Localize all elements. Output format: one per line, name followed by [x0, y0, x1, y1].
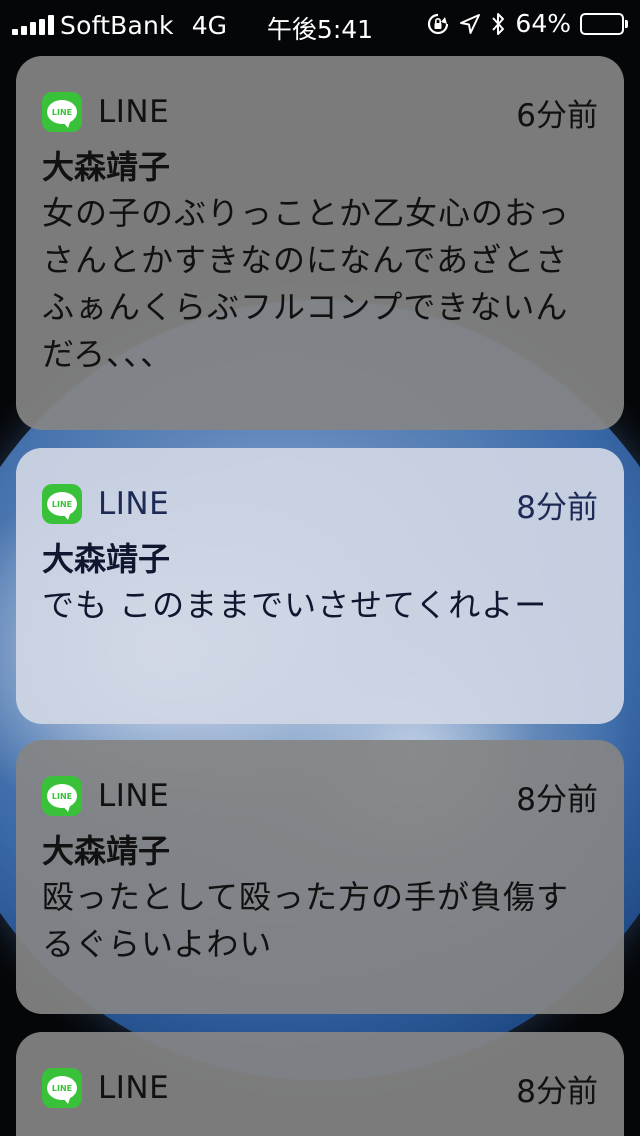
line-icon-label: LINE: [47, 1076, 77, 1104]
location-arrow-icon: [459, 13, 481, 35]
carrier-name: SoftBank: [60, 10, 174, 40]
sender-name: 大森靖子: [42, 540, 171, 578]
message-text: 女の子のぶりっことか乙女心のおっさんとかすきなのになんであざとさふぁんくらぶフル…: [42, 194, 571, 373]
signal-bars-icon: [12, 15, 54, 35]
notification-time: 8分前: [516, 781, 598, 818]
notification-card[interactable]: LINE LINE 8分前 大森靖子 殴ったとして殴った方の手が負傷するぐらいよ…: [16, 740, 624, 1014]
line-icon-label: LINE: [47, 784, 77, 812]
notification-header: LINE LINE 6分前: [42, 90, 598, 134]
rotation-lock-icon: [426, 12, 450, 36]
app-name: LINE: [98, 1070, 170, 1106]
app-name: LINE: [98, 778, 170, 814]
network-type: 4G: [191, 10, 228, 40]
line-app-icon: LINE: [42, 484, 82, 524]
notification-time: 8分前: [516, 489, 598, 526]
app-name: LINE: [98, 486, 170, 522]
line-icon-label: LINE: [47, 100, 77, 128]
notification-header: LINE LINE 8分前: [42, 1066, 598, 1110]
notification-header: LINE LINE 8分前: [42, 774, 598, 818]
notification-time: 8分前: [516, 1073, 598, 1110]
message-text: でも このままでいさせてくれよー: [42, 586, 548, 624]
sender-name: 大森靖子: [42, 832, 171, 870]
line-app-icon: LINE: [42, 92, 82, 132]
line-app-icon: LINE: [42, 1068, 82, 1108]
notification-card[interactable]: LINE LINE 8分前: [16, 1032, 624, 1136]
battery-icon: [580, 12, 628, 35]
notification-card[interactable]: LINE LINE 8分前 大森靖子 でも このままでいさせてくれよー: [16, 448, 624, 724]
line-app-icon: LINE: [42, 776, 82, 816]
sender-name: 大森靖子: [42, 148, 171, 186]
battery-percent: 64%: [515, 9, 571, 38]
message-text: 殴ったとして殴った方の手が負傷するぐらいよわい: [42, 878, 570, 963]
notification-card[interactable]: LINE LINE 6分前 大森靖子 女の子のぶりっことか乙女心のおっさんとかす…: [16, 56, 624, 430]
status-bar: SoftBank 4G 午後5:41 64%: [0, 0, 640, 50]
notification-time: 6分前: [516, 97, 598, 134]
app-name: LINE: [98, 94, 170, 130]
line-icon-label: LINE: [47, 492, 77, 520]
notification-header: LINE LINE 8分前: [42, 482, 598, 526]
bluetooth-icon: [490, 11, 506, 37]
